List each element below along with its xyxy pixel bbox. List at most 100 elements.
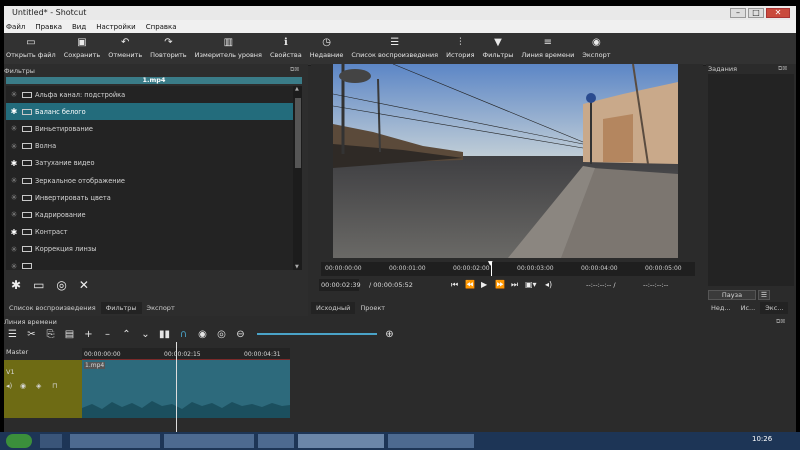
- panel-float-icon[interactable]: ⧉⊠: [290, 66, 299, 74]
- level-meter-button[interactable]: ▥ Измеритель уровня: [195, 33, 262, 65]
- tab-project[interactable]: Проект: [355, 302, 390, 314]
- filter-item[interactable]: ✳ Альфа канал: подстройка: [6, 86, 293, 103]
- copy-icon[interactable]: ⎘: [44, 329, 57, 340]
- snap-icon[interactable]: ∩: [177, 329, 190, 340]
- filter-item[interactable]: ✳: [6, 258, 293, 270]
- recent-button[interactable]: ◷ Недавние: [310, 33, 344, 65]
- tab-export[interactable]: Экспорт: [142, 302, 180, 314]
- append-icon[interactable]: +: [82, 329, 95, 340]
- taskbar-app-5[interactable]: [388, 434, 474, 448]
- favorite-star-icon[interactable]: ✳: [6, 176, 22, 185]
- fast-forward-icon[interactable]: ⏩: [495, 280, 505, 289]
- remove-icon[interactable]: –: [101, 329, 114, 340]
- paste-icon[interactable]: ▤: [63, 329, 76, 340]
- pause-jobs-button[interactable]: Пауза: [708, 290, 756, 300]
- overwrite-icon[interactable]: ⌄: [139, 329, 152, 340]
- taskbar-app-3[interactable]: [258, 434, 294, 448]
- jobs-menu-button[interactable]: ☰: [758, 290, 770, 300]
- lift-icon[interactable]: ⌃: [120, 329, 133, 340]
- skip-end-icon[interactable]: ⏭: [511, 280, 518, 290]
- scroll-down-icon[interactable]: ▼: [295, 264, 299, 270]
- close-button[interactable]: ✕: [766, 8, 790, 18]
- menu-help[interactable]: Справка: [146, 23, 177, 31]
- menu-edit[interactable]: Правка: [35, 23, 62, 31]
- filter-item[interactable]: ✳ Волна: [6, 138, 293, 155]
- filter-item[interactable]: ✳ Зеркальное отображение: [6, 172, 293, 189]
- minimize-button[interactable]: –: [730, 8, 746, 18]
- video-preview[interactable]: [333, 64, 678, 258]
- favorite-star-icon[interactable]: ✳: [6, 262, 22, 270]
- properties-button[interactable]: ℹ Свойства: [270, 33, 302, 65]
- play-icon[interactable]: ▶: [481, 280, 487, 289]
- menu-settings[interactable]: Настройки: [96, 23, 136, 31]
- menu-view[interactable]: Вид: [72, 23, 86, 31]
- tab-recent[interactable]: Нед...: [706, 302, 736, 314]
- timeline-clip[interactable]: 1.mp4: [82, 360, 290, 418]
- filter-item[interactable]: ✳ Кадрирование: [6, 206, 293, 223]
- cut-icon[interactable]: ✂: [25, 329, 38, 340]
- composite-icon[interactable]: ◈: [36, 382, 41, 390]
- filter-item[interactable]: ✱ Затухание видео: [6, 155, 293, 172]
- filters-button[interactable]: ▼ Фильтры: [483, 33, 514, 65]
- tab-playlist[interactable]: Список воспроизведения: [4, 302, 101, 314]
- menu-file[interactable]: Файл: [6, 23, 25, 31]
- close-filters-icon[interactable]: ✕: [79, 278, 89, 292]
- favorite-star-icon[interactable]: ✱: [6, 228, 22, 237]
- video-filters-icon[interactable]: ▭: [33, 278, 44, 292]
- tab-filters[interactable]: Фильтры: [100, 302, 142, 314]
- track-header-v1[interactable]: V1 ◂) ◉ ◈ ⊓: [4, 360, 82, 418]
- taskbar-app-1[interactable]: [70, 434, 160, 448]
- scrub-icon[interactable]: ◉: [196, 329, 209, 340]
- player-ruler[interactable]: 00:00:00:00 00:00:01:00 00:00:02:00 00:00:0…: [321, 262, 695, 276]
- zoom-in-icon[interactable]: ⊕: [383, 329, 396, 340]
- jobs-float-icon[interactable]: ⧉⊠: [778, 65, 787, 73]
- hide-icon[interactable]: ◉: [20, 382, 26, 390]
- tab-history[interactable]: Ис...: [736, 302, 761, 314]
- save-button[interactable]: ▣ Сохранить: [64, 33, 101, 65]
- redo-button[interactable]: ↷ Повторить: [150, 33, 186, 65]
- taskbar-app-explorer[interactable]: [40, 434, 62, 448]
- filter-item[interactable]: ✱ Контраст: [6, 224, 293, 241]
- tab-source[interactable]: Исходный: [311, 302, 356, 314]
- scroll-up-icon[interactable]: ▲: [295, 86, 299, 92]
- taskbar-app-2[interactable]: [164, 434, 254, 448]
- timeline-float-icon[interactable]: ⧉⊠: [776, 318, 785, 326]
- favorite-star-icon[interactable]: ✳: [6, 124, 22, 133]
- favorite-star-icon[interactable]: ✳: [6, 142, 22, 151]
- start-button[interactable]: [6, 434, 32, 448]
- ripple-icon[interactable]: ◎: [215, 329, 228, 340]
- open-file-button[interactable]: ▭ Открыть файл: [6, 33, 56, 65]
- favorite-filters-icon[interactable]: ✱: [11, 278, 21, 292]
- undo-button[interactable]: ↶ Отменить: [108, 33, 142, 65]
- zoom-slider[interactable]: [257, 333, 377, 335]
- audio-filters-icon[interactable]: ◎: [56, 278, 66, 292]
- favorite-star-icon[interactable]: ✱: [6, 159, 22, 168]
- mute-icon[interactable]: ◂): [6, 382, 12, 390]
- tab-jobs-export[interactable]: Экс...: [760, 302, 789, 314]
- filter-item[interactable]: ✳ Инвертировать цвета: [6, 189, 293, 206]
- filter-item[interactable]: ✳ Коррекция линзы: [6, 241, 293, 258]
- favorite-star-icon[interactable]: ✳: [6, 193, 22, 202]
- maximize-button[interactable]: □: [748, 8, 764, 18]
- favorite-star-icon[interactable]: ✳: [6, 210, 22, 219]
- volume-icon[interactable]: ◂): [545, 280, 552, 289]
- export-button[interactable]: ◉ Экспорт: [582, 33, 610, 65]
- lock-icon[interactable]: ⊓: [52, 382, 57, 390]
- timeline-playhead[interactable]: [176, 342, 177, 432]
- playlist-button[interactable]: ☰ Список воспроизведения: [351, 33, 438, 65]
- favorite-star-icon[interactable]: ✳: [6, 90, 22, 99]
- favorite-star-icon[interactable]: ✱: [6, 107, 22, 116]
- zoom-out-icon[interactable]: ⊖: [234, 329, 247, 340]
- favorite-star-icon[interactable]: ✳: [6, 245, 22, 254]
- zoom-icon[interactable]: ▣▾: [525, 280, 537, 289]
- timeline-ruler[interactable]: 00:00:00:00 00:00:02:15 00:00:04:31: [82, 348, 290, 360]
- split-icon[interactable]: ▮▮: [158, 329, 171, 340]
- filter-item[interactable]: ✱ Баланс белого: [6, 103, 293, 121]
- history-button[interactable]: ⫶ История: [446, 33, 474, 65]
- taskbar-app-shotcut[interactable]: [298, 434, 384, 448]
- timeline-menu-icon[interactable]: ☰: [6, 329, 19, 340]
- timeline-button[interactable]: ≡ Линия времени: [521, 33, 574, 65]
- filter-item[interactable]: ✳ Виньетирование: [6, 120, 293, 137]
- skip-start-icon[interactable]: ⏮: [451, 280, 458, 290]
- scrollbar-thumb[interactable]: [295, 98, 301, 168]
